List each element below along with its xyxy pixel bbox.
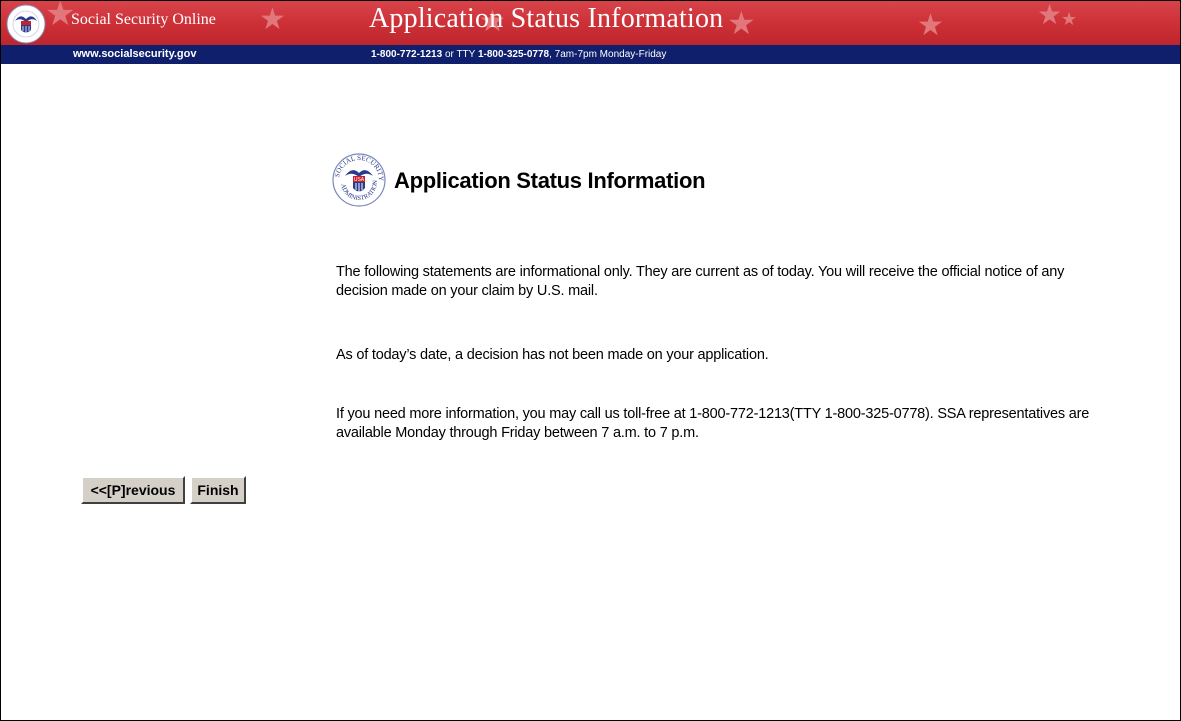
info-paragraph: The following statements are information…: [336, 264, 1065, 299]
phone-main: 1-800-772-1213: [371, 49, 443, 60]
star-decoration: ★: [727, 4, 756, 42]
status-paragraph: As of today’s date, a decision has not b…: [336, 347, 769, 363]
previous-button[interactable]: <<[P]revious: [81, 476, 185, 504]
finish-button[interactable]: Finish: [190, 476, 246, 504]
phone-or-tty: or TTY: [442, 49, 478, 60]
page-frame: ★ ★ ★ ★ ★ ★ ★ Social Security Online App…: [0, 0, 1181, 721]
ssa-logo-icon: SOCIAL SECURITY ADMINISTRATION USA: [332, 153, 386, 207]
header-info-bar: www.socialsecurity.gov 1-800-772-1213 or…: [1, 45, 1180, 64]
star-decoration: ★: [1037, 1, 1063, 31]
phone-hours: , 7am-7pm Monday-Friday: [549, 49, 667, 60]
phone-line: 1-800-772-1213 or TTY 1-800-325-0778, 7a…: [371, 49, 666, 60]
site-header: ★ ★ ★ ★ ★ ★ ★ Social Security Online App…: [1, 1, 1180, 45]
star-decoration: ★: [917, 8, 944, 43]
site-name: Social Security Online: [71, 11, 216, 28]
contact-paragraph: If you need more information, you may ca…: [336, 406, 1090, 441]
star-decoration: ★: [259, 2, 286, 37]
page-title: Application Status Information: [394, 168, 706, 193]
phone-tty: 1-800-325-0778: [477, 49, 550, 60]
star-decoration: ★: [1061, 9, 1078, 30]
header-title: Application Status Information: [369, 3, 724, 34]
site-url-link[interactable]: www.socialsecurity.gov: [73, 48, 197, 60]
ssa-seal-icon: [6, 4, 46, 44]
